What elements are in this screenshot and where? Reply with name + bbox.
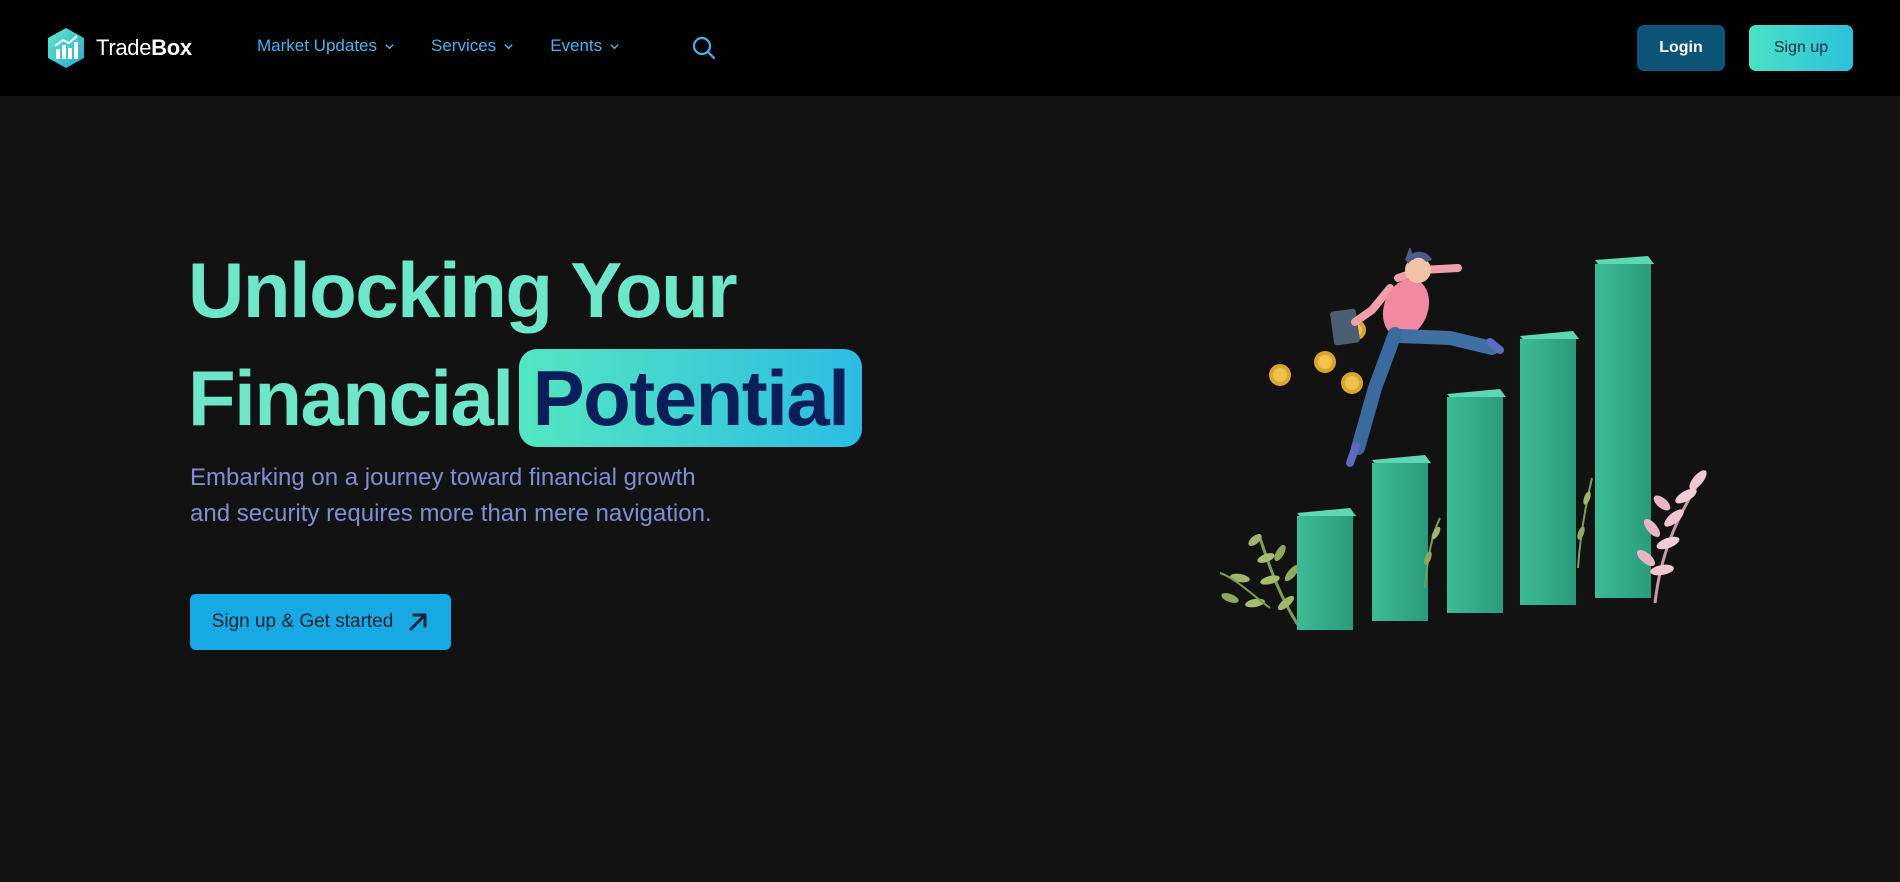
bar-chart-hexagon-icon: [48, 28, 84, 68]
bar-1: [1297, 508, 1356, 630]
hero-subtitle-line2: and security requires more than mere nav…: [190, 500, 712, 527]
top-navbar: TradeBox Market Updates Services Events …: [0, 0, 1900, 96]
chevron-down-icon: [610, 43, 619, 49]
bar-2: [1372, 455, 1431, 621]
hero-title-word-financial: Financial: [188, 354, 514, 442]
brand-logo[interactable]: TradeBox: [46, 27, 192, 69]
bar-3: [1447, 389, 1506, 613]
brand-name-part1: Trade: [96, 35, 152, 60]
chevron-down-icon: [504, 43, 513, 49]
hero-title-highlight: Potential: [518, 349, 863, 447]
brand-name-part2: Box: [151, 35, 192, 60]
nav-services[interactable]: Services: [431, 36, 514, 56]
signup-button[interactable]: Sign up: [1749, 25, 1853, 71]
nav-events[interactable]: Events: [550, 36, 620, 56]
hero-subtitle: Embarking on a journey toward financial …: [190, 460, 790, 532]
search-button[interactable]: [691, 35, 717, 61]
brand-name: TradeBox: [96, 35, 192, 61]
growth-chart-illustration: [1219, 248, 1707, 630]
bar-5: [1595, 256, 1654, 598]
get-started-button[interactable]: Sign up & Get started: [190, 594, 451, 650]
hero-title-line1: Unlocking Your: [188, 246, 738, 334]
arrow-up-right-icon: [409, 613, 427, 631]
chevron-down-icon: [385, 43, 394, 49]
plant-left-icon: [1219, 534, 1302, 629]
nav-services-label: Services: [431, 36, 497, 55]
hero-title: Unlocking Your Financial Potential: [188, 236, 863, 452]
get-started-label: Sign up & Get started: [211, 611, 394, 632]
nav-market-updates[interactable]: Market Updates: [257, 36, 395, 56]
bar-4: [1520, 331, 1579, 605]
nav-events-label: Events: [550, 36, 603, 55]
login-button[interactable]: Login: [1637, 25, 1725, 71]
hero-subtitle-line1: Embarking on a journey toward financial …: [190, 464, 696, 491]
nav-market-updates-label: Market Updates: [257, 36, 377, 55]
main-nav: Market Updates Services Events: [257, 36, 620, 56]
hero-title-line2: Financial Potential: [188, 344, 863, 452]
search-icon: [692, 36, 716, 60]
